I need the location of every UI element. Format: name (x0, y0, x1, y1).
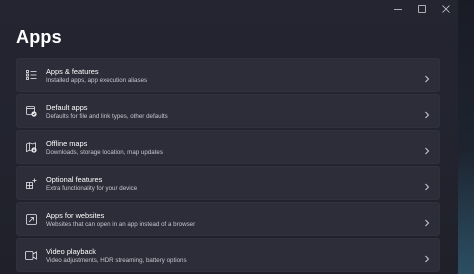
close-button[interactable] (434, 0, 458, 18)
apps-for-websites-item[interactable]: Apps for websites Websites that can open… (16, 202, 440, 236)
minimize-button[interactable] (386, 0, 410, 18)
offline-maps-icon (25, 141, 37, 153)
chevron-right-icon (423, 251, 431, 263)
item-description: Installed apps, app execution aliases (46, 77, 148, 84)
chevron-right-icon (423, 107, 431, 119)
title-bar (386, 0, 458, 18)
item-label: Offline maps (46, 139, 88, 148)
page-title: Apps (16, 27, 62, 47)
optional-features-icon (25, 177, 37, 189)
item-description: Defaults for file and link types, other … (46, 113, 168, 120)
optional-features-item[interactable]: Optional features Extra functionality fo… (16, 166, 440, 200)
item-description: Extra functionality for your device (46, 185, 138, 192)
desktop-background-strip (458, 0, 474, 274)
item-description: Websites that can open in an app instead… (46, 221, 196, 228)
minimize-icon (394, 9, 402, 10)
settings-list: Apps & features Installed apps, app exec… (16, 58, 440, 274)
offline-maps-item[interactable]: Offline maps Downloads, storage location… (16, 130, 440, 164)
item-label: Optional features (46, 175, 103, 184)
chevron-right-icon (423, 71, 431, 83)
maximize-icon (418, 5, 426, 13)
default-apps-item[interactable]: Default apps Defaults for file and link … (16, 94, 440, 128)
settings-window: Apps Apps & features Installed apps, app… (0, 0, 458, 274)
video-playback-item[interactable]: Video playback Video adjustments, HDR st… (16, 238, 440, 272)
apps-for-websites-icon (25, 213, 37, 225)
item-label: Apps & features (46, 67, 99, 76)
chevron-right-icon (423, 143, 431, 155)
item-label: Default apps (46, 103, 88, 112)
default-apps-icon (25, 105, 37, 117)
item-description: Video adjustments, HDR streaming, batter… (46, 257, 187, 264)
chevron-right-icon (423, 215, 431, 227)
maximize-button[interactable] (410, 0, 434, 18)
close-icon (442, 5, 450, 13)
chevron-right-icon (423, 179, 431, 191)
apps-features-item[interactable]: Apps & features Installed apps, app exec… (16, 58, 440, 92)
item-description: Downloads, storage location, map updates (46, 149, 163, 156)
video-playback-icon (25, 249, 37, 261)
apps-features-icon (25, 69, 37, 81)
item-label: Video playback (46, 247, 96, 256)
item-label: Apps for websites (46, 211, 105, 220)
